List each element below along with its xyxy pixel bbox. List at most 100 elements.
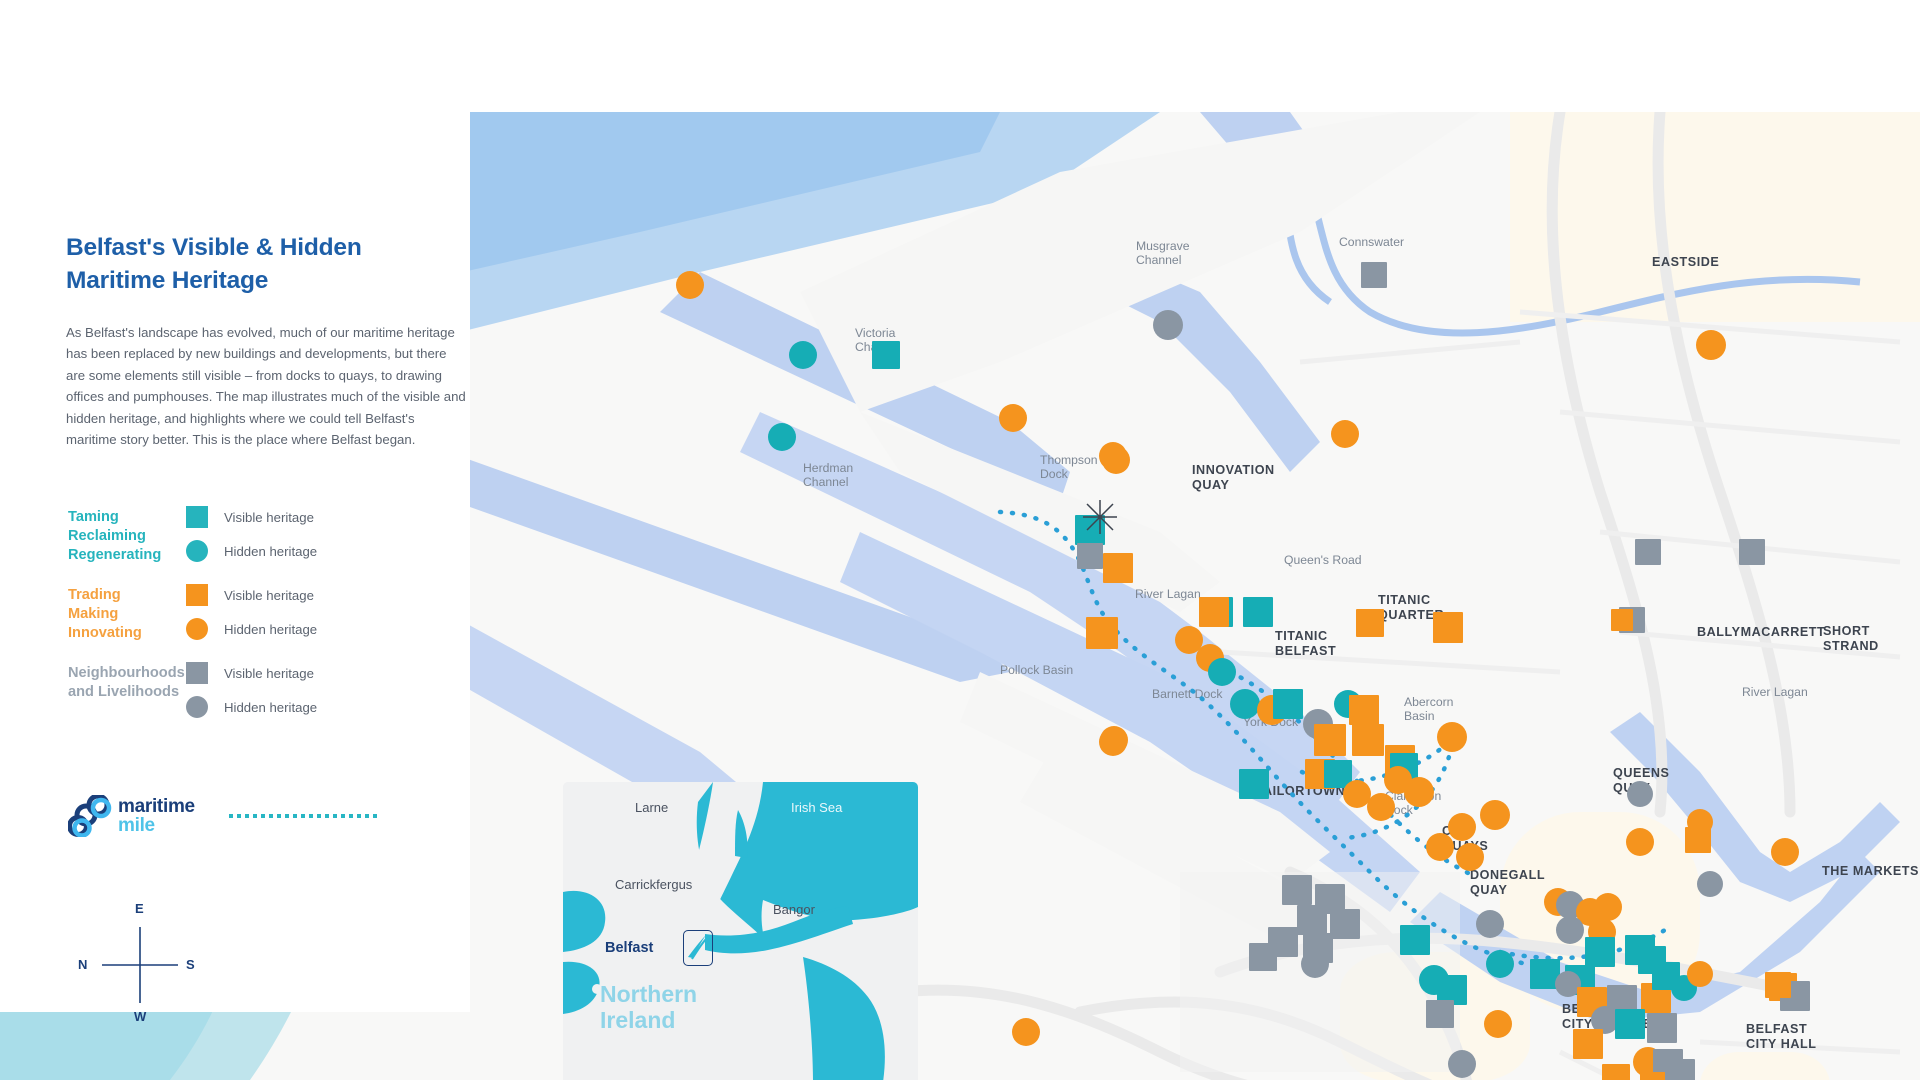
map-marker-taming-visible[interactable]	[1585, 937, 1615, 967]
map-marker-taming-hidden[interactable]	[1208, 658, 1236, 686]
inset-label-irish-sea: Irish Sea	[791, 800, 843, 815]
map-marker-neighbourhoods-hidden[interactable]	[1627, 781, 1653, 807]
map-marker-neighbourhoods-visible[interactable]	[1330, 909, 1360, 939]
inset-label-northern-ireland: Northern Ireland	[600, 981, 698, 1033]
map-marker-trading-hidden[interactable]	[1437, 722, 1467, 752]
map-marker-neighbourhoods-visible[interactable]	[1739, 539, 1765, 565]
map-marker-taming-visible[interactable]	[1615, 1009, 1645, 1039]
legend-row-hidden: Hidden heritage	[186, 618, 317, 640]
map-marker-neighbourhoods-visible[interactable]	[1282, 875, 1312, 905]
map-marker-trading-hidden[interactable]	[1331, 420, 1359, 448]
page-title: Belfast's Visible & Hidden Maritime Heri…	[66, 234, 362, 294]
map-marker-neighbourhoods-hidden[interactable]	[1448, 1050, 1476, 1078]
legend-swatch-label: Hidden heritage	[224, 543, 318, 559]
compass-label-top: E	[135, 901, 144, 916]
legend-row-visible: Visible heritage	[186, 662, 314, 684]
map-marker-trading-visible[interactable]	[1314, 724, 1346, 756]
map-marker-trading-visible[interactable]	[1602, 1064, 1630, 1080]
map-marker-trading-visible[interactable]	[1349, 695, 1379, 725]
compass-label-left: N	[78, 957, 88, 972]
map-marker-trading-hidden[interactable]	[1484, 1010, 1512, 1038]
map-marker-trading-hidden[interactable]	[1099, 728, 1127, 756]
map-marker-trading-hidden[interactable]	[1594, 893, 1622, 921]
legend-category-label: Neighbourhoods and Livelihoods	[68, 665, 185, 700]
map-marker-neighbourhoods-visible[interactable]	[1635, 539, 1661, 565]
inset-location-map[interactable]: Larne Irish Sea Carrickfergus Bangor Belfast…	[563, 782, 918, 1080]
map-marker-taming-hidden[interactable]	[789, 341, 817, 369]
map-marker-trading-hidden[interactable]	[1771, 838, 1799, 866]
legend-group-1: Taming Reclaiming Regenerating Visible heri…	[68, 506, 408, 586]
legend-swatch-label: Hidden heritage	[224, 621, 318, 637]
map-marker-trading-hidden[interactable]	[1448, 813, 1476, 841]
map-marker-taming-hidden[interactable]	[1230, 689, 1260, 719]
legend-hidden-swatch-icon	[186, 540, 208, 562]
map-marker-trading-visible[interactable]	[1611, 609, 1633, 631]
map-marker-taming-visible[interactable]	[872, 341, 900, 369]
compass-rose: E N S W	[78, 901, 200, 1025]
map-marker-taming-visible[interactable]	[1239, 769, 1269, 799]
map-marker-trading-visible[interactable]	[1356, 609, 1384, 637]
legend-row-hidden: Hidden heritage	[186, 540, 317, 562]
map-marker-trading-hidden[interactable]	[999, 404, 1027, 432]
map-marker-neighbourhoods-visible[interactable]	[1249, 943, 1277, 971]
map-marker-trading-hidden[interactable]	[1480, 800, 1510, 830]
titanic-belfast-star-icon	[1083, 500, 1117, 534]
map-marker-neighbourhoods-visible[interactable]	[1297, 905, 1327, 935]
map-marker-trading-hidden[interactable]	[1404, 777, 1434, 807]
map-marker-trading-hidden[interactable]	[1367, 793, 1395, 821]
map-marker-trading-visible[interactable]	[1103, 553, 1133, 583]
map-marker-neighbourhoods-visible[interactable]	[1665, 1059, 1695, 1080]
map-marker-trading-visible[interactable]	[1086, 617, 1118, 649]
map-marker-trading-hidden[interactable]	[676, 271, 704, 299]
maritime-heritage-map-page: EASTSIDE INNOVATION QUAY TITANIC QUARTER TITA…	[0, 0, 1920, 1080]
inset-label-larne: Larne	[635, 800, 669, 815]
map-marker-trading-hidden[interactable]	[1687, 809, 1713, 835]
map-marker-neighbourhoods-hidden[interactable]	[1153, 310, 1183, 340]
intro-paragraph: As Belfast's landscape has evolved, much…	[66, 325, 466, 447]
compass-cross-icon	[102, 927, 178, 1003]
map-marker-trading-visible[interactable]	[1573, 1029, 1603, 1059]
maritime-mile-logo-icon	[68, 795, 112, 837]
map-marker-trading-hidden[interactable]	[1426, 833, 1454, 861]
map-marker-trading-hidden[interactable]	[1102, 446, 1130, 474]
map-marker-trading-visible[interactable]	[1199, 597, 1229, 627]
map-marker-taming-hidden[interactable]	[768, 423, 796, 451]
map-marker-trading-visible[interactable]	[1765, 972, 1791, 998]
brand-word-maritime: maritime	[118, 795, 195, 817]
map-marker-taming-visible[interactable]	[1400, 925, 1430, 955]
map-marker-neighbourhoods-visible[interactable]	[1077, 543, 1103, 569]
map-marker-neighbourhoods-visible[interactable]	[1361, 262, 1387, 288]
inset-label-bangor: Bangor	[773, 902, 815, 917]
brand-word-mile: mile	[118, 815, 155, 836]
map-marker-trading-hidden[interactable]	[1687, 961, 1713, 987]
legend-swatch-label: Visible heritage	[224, 587, 314, 603]
map-marker-neighbourhoods-hidden[interactable]	[1301, 950, 1329, 978]
map-marker-trading-hidden[interactable]	[1456, 843, 1484, 871]
map-marker-taming-visible[interactable]	[1273, 689, 1303, 719]
legend-swatch-label: Visible heritage	[224, 665, 314, 681]
legend-visible-swatch-icon	[186, 584, 208, 606]
map-marker-taming-visible[interactable]	[1638, 946, 1666, 974]
map-marker-trading-hidden[interactable]	[1012, 1018, 1040, 1046]
map-marker-trading-hidden[interactable]	[1626, 828, 1654, 856]
map-marker-trading-visible[interactable]	[1433, 613, 1463, 643]
map-marker-taming-hidden[interactable]	[1486, 950, 1514, 978]
map-marker-neighbourhoods-hidden[interactable]	[1556, 916, 1584, 944]
maritime-mile-brand: maritime mile	[68, 795, 381, 837]
map-marker-neighbourhoods-hidden[interactable]	[1476, 910, 1504, 938]
inset-belfast-glyph-icon	[688, 935, 708, 960]
legend-row-visible: Visible heritage	[186, 584, 314, 606]
inset-map-graphic	[563, 782, 918, 1080]
map-marker-trading-visible[interactable]	[1352, 724, 1384, 756]
legend-category-label: Trading Making Innovating	[68, 587, 142, 641]
legend-visible-swatch-icon	[186, 662, 208, 684]
legend-row-visible: Visible heritage	[186, 506, 314, 528]
compass-label-bottom: W	[134, 1009, 147, 1024]
map-marker-taming-visible[interactable]	[1243, 597, 1273, 627]
legend-group-2: Trading Making Innovating Visible heritage H…	[68, 584, 408, 664]
legend-row-hidden: Hidden heritage	[186, 696, 317, 718]
map-marker-neighbourhoods-visible[interactable]	[1647, 1013, 1677, 1043]
map-marker-trading-hidden[interactable]	[1696, 330, 1726, 360]
map-marker-neighbourhoods-visible[interactable]	[1426, 1000, 1454, 1028]
map-marker-neighbourhoods-hidden[interactable]	[1697, 871, 1723, 897]
